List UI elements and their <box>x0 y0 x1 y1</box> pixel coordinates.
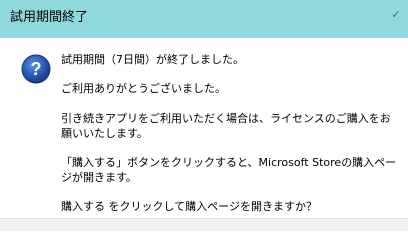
message-body: 試用期間（7日間）が終了しました。 ご利用ありがとうございました。 引き続きアプ… <box>61 52 401 228</box>
message-line-store: 「購入する」ボタンをクリックすると、Microsoft Storeの購入ページが… <box>61 156 397 184</box>
title-bar[interactable]: 試用期間終了 ✓ <box>0 0 408 38</box>
question-icon: ? <box>21 54 51 84</box>
message-line-thanks: ご利用ありがとうございました。 <box>61 82 226 95</box>
window-title: 試用期間終了 <box>10 10 89 25</box>
svg-text:?: ? <box>31 59 42 79</box>
trial-expired-dialog: 試用期間終了 ✓ ? 試用期間（7日間）が終了しました。 ご利用ありがとうござい… <box>0 0 408 231</box>
message-line-trial-ended: 試用期間（7日間）が終了しました。 <box>61 53 244 66</box>
title-bar-control-icon[interactable]: ✓ <box>384 0 408 28</box>
message-line-question: 購入する をクリックして購入ページを開きますか？ <box>61 200 317 213</box>
message-line-license: 引き続きアプリをご利用いただく場合は、ライセンスのご購入をお願いいたします。 <box>61 112 391 140</box>
button-area <box>0 218 408 231</box>
